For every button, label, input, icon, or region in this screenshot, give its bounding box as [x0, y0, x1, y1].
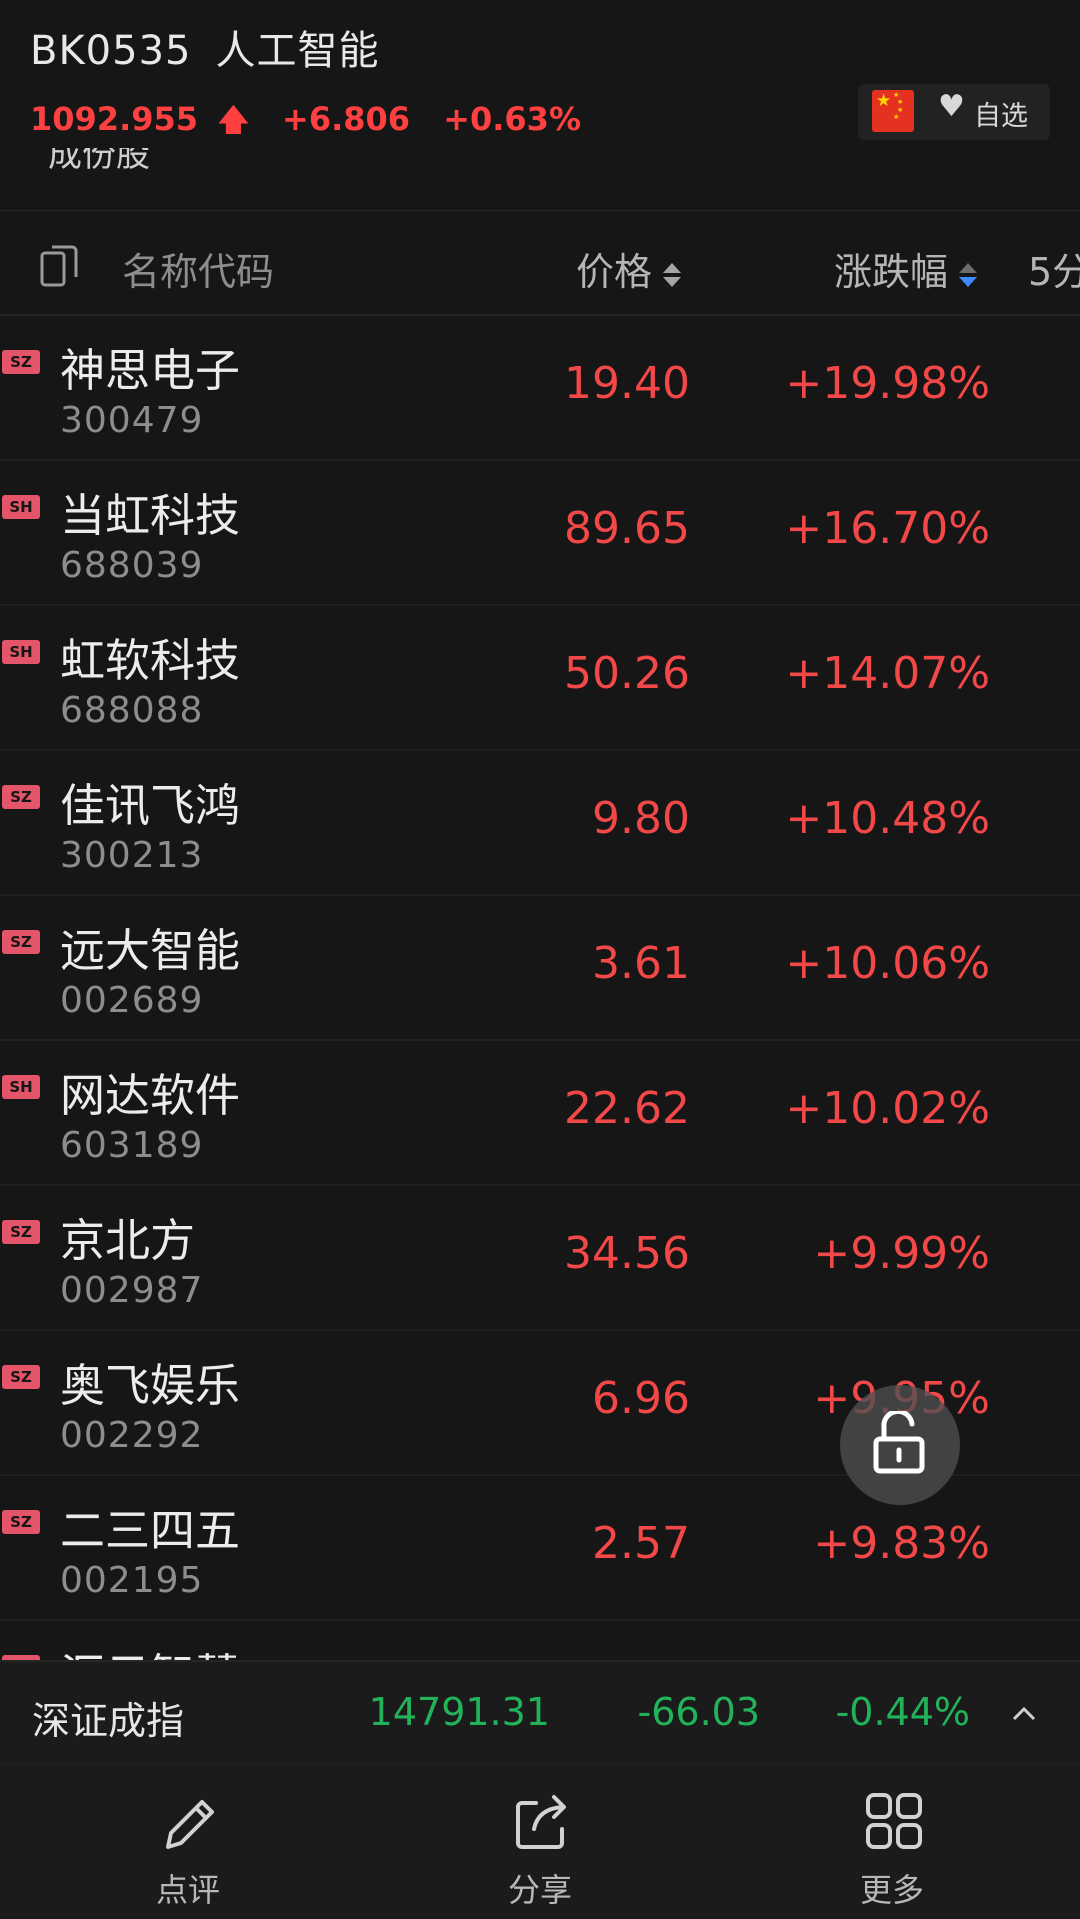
market-badge: SZ — [2, 1220, 40, 1244]
stock-change-pct: +10.02% — [785, 1083, 990, 1134]
stock-row[interactable]: SH 虹软科技 688088 50.26 +14.07% — [0, 606, 1080, 751]
sector-name: 人工智能 — [215, 28, 380, 74]
stock-row[interactable]: SZ 佳讯飞鸿 300213 9.80 +10.48% — [0, 751, 1080, 896]
stock-code: 002689 — [60, 980, 204, 1021]
stock-price: 2.57 — [592, 1518, 690, 1569]
sort-desc-icon — [958, 258, 978, 292]
stock-code: 300213 — [60, 835, 204, 876]
stock-name: 远大智能 — [60, 924, 241, 977]
stock-price: 34.56 — [564, 1228, 690, 1279]
chevron-up-icon[interactable] — [1010, 1700, 1038, 1728]
market-badge: SZ — [2, 1365, 40, 1389]
constituents-label: 成份股 — [48, 148, 150, 174]
copy-icon[interactable] — [40, 243, 82, 289]
stock-name: 网达软件 — [60, 1069, 241, 1122]
market-badge: SH — [2, 640, 40, 664]
index-change-pct: -0.44% — [835, 1690, 970, 1734]
column-header: 名称代码 价格 涨跌幅 5分 — [0, 210, 1080, 316]
stock-price: 19.40 — [564, 358, 690, 409]
stock-code: 002195 — [60, 1560, 204, 1601]
stock-code: 688039 — [60, 545, 204, 586]
market-badge: SZ — [2, 350, 40, 374]
sector-code: BK0535 — [30, 28, 192, 74]
stock-name: 京北方 — [60, 1214, 196, 1267]
stock-change-pct: +19.98% — [785, 358, 990, 409]
column-5min[interactable]: 5分 — [1028, 241, 1080, 296]
stock-change-pct: +10.48% — [785, 793, 990, 844]
unlock-icon — [873, 1411, 925, 1474]
stock-change-pct: +9.99% — [813, 1228, 990, 1279]
market-badge: SZ — [2, 930, 40, 954]
stock-price: 6.96 — [592, 1373, 690, 1424]
stock-price: 22.62 — [564, 1083, 690, 1134]
market-badge: SZ — [2, 1510, 40, 1534]
index-ticker-bar[interactable]: 深证成指 14791.31 -66.03 -0.44% — [0, 1660, 1080, 1764]
stock-name: 二三四五 — [60, 1504, 241, 1557]
stock-code: 002987 — [60, 1270, 204, 1311]
stock-code: 688088 — [60, 690, 204, 731]
stock-name: 神思电子 — [60, 344, 241, 397]
stock-name: 当虹科技 — [60, 489, 241, 542]
stock-row[interactable]: SZ 神思电子 300479 19.40 +19.98% — [0, 316, 1080, 461]
share-label: 分享 — [507, 1871, 572, 1909]
stock-code: 300479 — [60, 400, 204, 441]
stock-row[interactable]: SH 当虹科技 688039 89.65 +16.70% — [0, 461, 1080, 606]
stock-change-pct: +9.83% — [813, 1518, 990, 1569]
stock-code: 002292 — [60, 1415, 204, 1456]
more-button[interactable]: 更多 — [792, 1765, 992, 1919]
column-change-sort[interactable]: 涨跌幅 — [834, 241, 978, 296]
china-flag-icon: ★ ★ ★ ★ ★ — [872, 90, 914, 132]
grid-icon — [866, 1793, 922, 1849]
comment-label: 点评 — [155, 1871, 220, 1909]
stock-price: 9.80 — [592, 793, 690, 844]
stock-row[interactable]: SZ 京北方 002987 34.56 +9.99% — [0, 1186, 1080, 1331]
bottom-toolbar: 点评 分享 更多 — [0, 1764, 1080, 1919]
index-change: -66.03 — [637, 1690, 761, 1734]
stock-change-pct: +14.07% — [785, 648, 990, 699]
sector-change: +6.806 — [282, 100, 411, 138]
pencil-icon — [166, 1800, 214, 1849]
stock-name: 奥飞娱乐 — [60, 1359, 241, 1412]
sector-title: BK0535 人工智能 — [30, 18, 379, 76]
stock-price: 50.26 — [564, 648, 690, 699]
sector-quote: 1092.955 🡅 +6.806 +0.63% — [30, 98, 603, 149]
comment-button[interactable]: 点评 — [88, 1765, 288, 1919]
sector-price: 1092.955 — [30, 100, 199, 138]
index-name: 深证成指 — [32, 1699, 185, 1743]
stock-code: 603189 — [60, 1125, 204, 1166]
index-value: 14791.31 — [368, 1690, 550, 1734]
lock-button[interactable] — [840, 1385, 960, 1505]
stock-change-pct: +10.06% — [785, 938, 990, 989]
stock-row[interactable]: SH 网达软件 603189 22.62 +10.02% — [0, 1041, 1080, 1186]
sector-change-pct: +0.63% — [443, 100, 581, 138]
watchlist-label: 自选 — [974, 101, 1028, 132]
column-name-code: 名称代码 — [122, 250, 275, 294]
market-badge: SZ — [2, 785, 40, 809]
share-button[interactable]: 分享 — [440, 1765, 640, 1919]
share-icon — [516, 1795, 566, 1849]
heart-icon: ♥ — [938, 89, 965, 124]
stock-row[interactable]: SZ 远大智能 002689 3.61 +10.06% — [0, 896, 1080, 1041]
sort-icon — [662, 258, 682, 292]
stock-name: 虹软科技 — [60, 634, 241, 687]
column-price-sort[interactable]: 价格 — [576, 241, 682, 296]
stock-name: 汇云智慧 — [60, 1639, 240, 1660]
stock-name: 佳讯飞鸿 — [60, 779, 241, 832]
more-label: 更多 — [859, 1871, 924, 1909]
stock-price: 3.61 — [592, 938, 690, 989]
stock-price: 89.65 — [564, 503, 690, 554]
up-arrow-icon: 🡅 — [218, 103, 249, 138]
stock-change-pct: +16.70% — [785, 503, 990, 554]
market-badge: SH — [2, 495, 40, 519]
sector-page: BK0535 人工智能 1092.955 🡅 +6.806 +0.63% 成份股 ★… — [0, 0, 1080, 1919]
market-badge: SH — [2, 1075, 40, 1099]
add-to-watchlist-button[interactable]: ★ ★ ★ ★ ★ ♥ 自选 — [858, 84, 1050, 140]
stock-row[interactable]: SZ汇云智慧 — [0, 1621, 1080, 1660]
sector-header: BK0535 人工智能 1092.955 🡅 +6.806 +0.63% 成份股 ★… — [0, 0, 1080, 210]
